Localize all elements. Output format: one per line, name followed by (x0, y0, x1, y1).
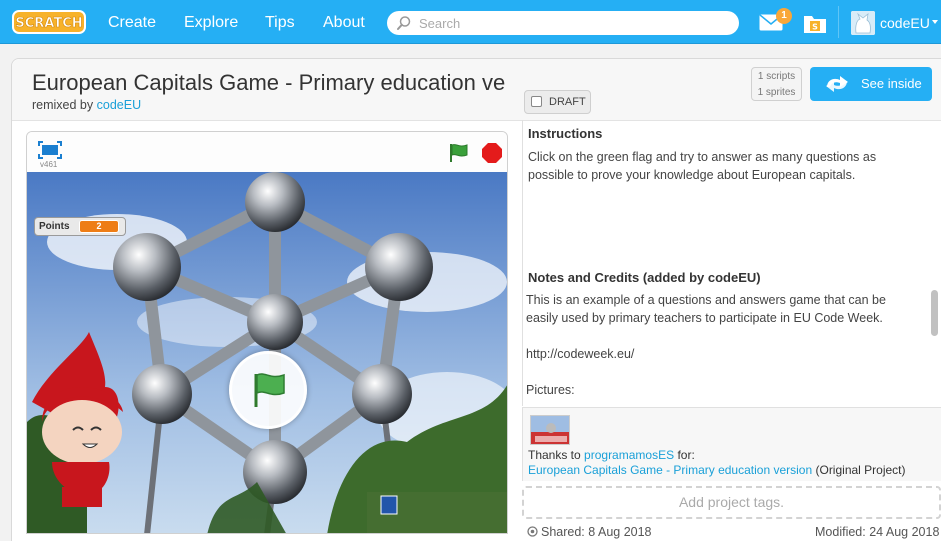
green-flag-icon (254, 373, 285, 407)
notes-paragraph: Pictures: (526, 383, 575, 397)
project-header: European Capitals Game - Primary educati… (12, 59, 941, 121)
messages-count-badge[interactable]: 1 (776, 8, 792, 24)
thanks-prefix: Thanks to (528, 448, 581, 462)
top-nav: SCRATCH Create Explore Tips About 1 S co… (0, 0, 941, 44)
original-project-suffix: (Original Project) (815, 463, 906, 477)
project-stage[interactable]: Points 2 (27, 172, 507, 533)
player-controls: v461 (27, 132, 507, 172)
notes-paragraph: This is an example of a questions and an… (526, 293, 886, 325)
thanks-suffix: for: (677, 448, 695, 462)
remix-arrows-icon (826, 76, 848, 92)
notes-text[interactable]: This is an example of a questions and an… (526, 291, 921, 406)
search-box[interactable] (387, 11, 739, 35)
sprites-count: 1 sprites (757, 87, 796, 98)
svg-text:S: S (812, 23, 818, 32)
project-player: v461 Points 2 (26, 131, 508, 534)
project-thumbnail-image (531, 416, 569, 444)
original-author-link[interactable]: programamosES (584, 448, 674, 462)
my-stuff-folder-icon[interactable]: S (803, 12, 827, 34)
project-counts: 1 scripts 1 sprites (751, 67, 802, 101)
see-inside-label: See inside (861, 76, 922, 91)
username[interactable]: codeEU (880, 0, 930, 44)
notes-link[interactable]: http://codeweek.eu/ (526, 345, 921, 363)
points-value: 2 (79, 220, 119, 233)
draft-checkbox[interactable] (531, 96, 542, 107)
remix-credit-text: Thanks to programamosES for: European Ca… (528, 448, 906, 478)
original-project-link[interactable]: European Capitals Game - Primary educati… (528, 463, 812, 477)
scrollbar-thumb[interactable] (931, 290, 938, 336)
svg-text:SCRATCH: SCRATCH (15, 16, 82, 31)
original-project-thumbnail[interactable] (530, 415, 570, 445)
remixed-by-prefix: remixed by (32, 98, 94, 112)
remixed-by-user-link[interactable]: codeEU (97, 98, 141, 112)
player-version: v461 (40, 160, 58, 169)
nav-divider (838, 6, 839, 38)
stop-sign-icon[interactable] (481, 142, 503, 164)
remixed-by: remixed by codeEU (32, 98, 141, 112)
see-inside-button[interactable]: See inside (810, 67, 932, 101)
search-input[interactable] (419, 14, 719, 32)
project-details: Instructions Click on the green flag and… (522, 120, 941, 541)
modified-date: Modified: 24 Aug 2018 (815, 525, 940, 539)
fullscreen-icon[interactable] (38, 141, 62, 159)
instructions-text[interactable]: Click on the green flag and try to answe… (528, 148, 913, 184)
chevron-down-icon[interactable] (932, 20, 938, 24)
nav-explore-link[interactable]: Explore (182, 0, 240, 44)
project-title[interactable]: European Capitals Game - Primary educati… (32, 70, 507, 96)
scripts-count: 1 scripts (757, 71, 796, 82)
project-description: Instructions Click on the green flag and… (522, 120, 941, 406)
points-label: Points (39, 221, 70, 232)
instructions-heading: Instructions (528, 126, 603, 141)
scratch-logo[interactable]: SCRATCH (12, 9, 86, 35)
search-icon (397, 16, 411, 30)
user-avatar[interactable] (851, 11, 875, 35)
green-flag-icon[interactable] (448, 142, 470, 164)
shared-date-text: Shared: 8 Aug 2018 (541, 525, 652, 539)
remix-credits: Thanks to programamosES for: European Ca… (522, 407, 941, 481)
cat-avatar-icon (851, 11, 875, 35)
notes-scrollbar[interactable] (931, 290, 938, 400)
nav-about-link[interactable]: About (321, 0, 367, 44)
shared-date: Shared: 8 Aug 2018 (527, 525, 652, 539)
nav-create-link[interactable]: Create (106, 0, 158, 44)
draft-toggle[interactable]: DRAFT (524, 90, 591, 114)
start-button[interactable] (229, 351, 307, 429)
share-icon (527, 526, 538, 537)
notes-heading: Notes and Credits (added by codeEU) (528, 270, 761, 285)
nav-tips-link[interactable]: Tips (263, 0, 297, 44)
draft-label: DRAFT (549, 96, 586, 108)
points-variable-monitor: Points 2 (34, 217, 126, 236)
add-project-tags[interactable]: Add project tags. (522, 486, 941, 519)
